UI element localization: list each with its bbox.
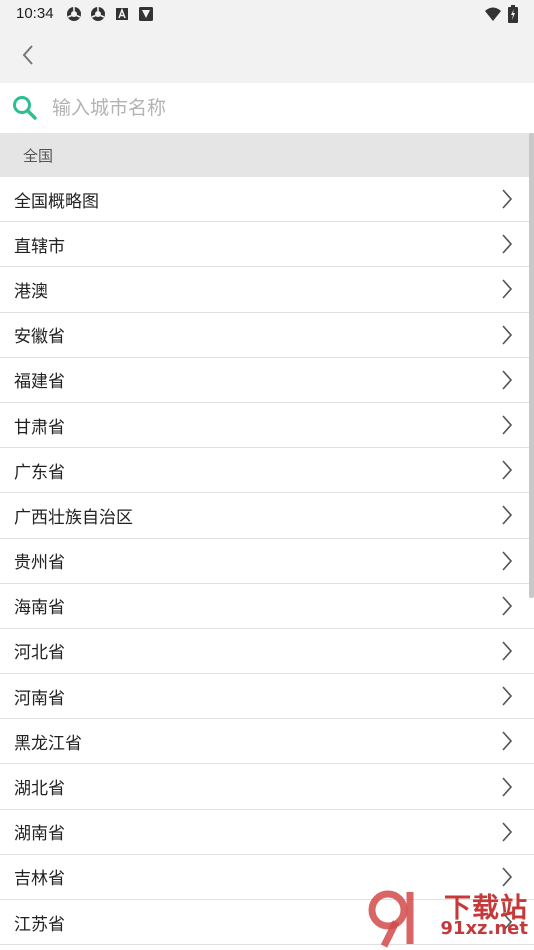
scrollbar[interactable] [529,133,534,598]
status-icons-right [484,4,518,23]
list-item[interactable]: 甘肃省 [0,402,534,449]
chevron-right-icon [502,325,513,345]
chevron-right-icon [502,505,513,525]
a-icon [115,7,128,20]
region-label: 海南省 [14,598,65,619]
chevron-right-icon [502,415,513,435]
region-label: 湖北省 [14,779,65,800]
vpn-icon [90,6,105,21]
region-label: 吉林省 [14,869,65,890]
search-bar [0,83,534,133]
vpn-icon [66,6,81,21]
list-item[interactable]: 安徽省 [0,312,534,358]
chevron-right-icon [502,912,513,932]
region-label: 甘肃省 [14,417,65,438]
region-label: 江苏省 [14,914,65,935]
status-bar: 10:34 [0,0,534,27]
chevron-right-icon [502,279,513,300]
region-label: 安徽省 [14,327,65,348]
list-item[interactable]: 江苏省 [0,900,534,946]
chevron-right-icon [502,867,513,887]
list-item[interactable]: 广西壮族自治区 [0,493,534,539]
region-label: 全国概略图 [14,191,99,212]
section-header: 全国 [0,133,534,177]
list-item[interactable]: 河北省 [0,628,534,675]
region-label: 河南省 [14,688,65,709]
search-icon[interactable] [12,95,38,121]
region-label: 福建省 [14,372,65,393]
region-list: 全国概略图直辖市港澳安徽省福建省甘肃省广东省广西壮族自治区 贵州省海南省河北省河南… [0,177,534,946]
chevron-right-icon [502,551,513,571]
chevron-right-icon [502,686,513,706]
region-label: 黑龙江省 [14,733,82,754]
list-item[interactable]: 全国概略图 [0,177,534,223]
chevron-right-icon [502,776,513,797]
section-title: 全国 [23,146,54,165]
list-item[interactable]: 黑龙江省 [0,719,534,765]
region-label: 广东省 [14,462,65,483]
list-item[interactable]: 河南省 [0,674,534,720]
list-item[interactable]: 吉林省 [0,854,534,900]
chevron-right-icon [502,596,513,616]
chevron-right-icon [502,822,513,842]
chevron-right-icon [502,370,513,390]
app-bar [0,27,534,83]
list-item[interactable]: 海南省 [0,583,534,629]
region-label: 湖南省 [14,824,65,845]
list-item[interactable]: 福建省 [0,357,534,403]
chevron-right-icon [502,731,513,751]
list-item[interactable]: 港澳 [0,267,534,313]
region-label: 直辖市 [14,236,65,257]
chevron-right-icon [502,641,513,661]
status-icons-left [66,6,154,22]
list-item[interactable]: 广东省 [0,448,534,494]
chevron-right-icon [502,460,513,480]
region-label: 广西壮族自治区 [14,507,133,528]
list-item[interactable]: 湖南省 [0,809,534,855]
chevron-right-icon [502,234,513,254]
region-label: 港澳 [14,281,48,302]
search-input[interactable] [52,88,492,128]
chevron-right-icon [502,189,513,209]
chevron-left-icon [22,45,33,65]
back-button[interactable] [10,37,46,73]
region-label: 河北省 [14,643,65,664]
list-item[interactable]: 贵州省 [0,538,534,584]
wifi-icon [485,7,501,21]
app-icon [138,6,153,21]
list-item[interactable]: 直辖市 [0,222,534,268]
region-label: 贵州省 [14,553,65,574]
list-item[interactable]: 湖北省 [0,764,534,810]
battery-charging-icon [508,4,518,23]
status-time: 10:34 [16,5,54,22]
